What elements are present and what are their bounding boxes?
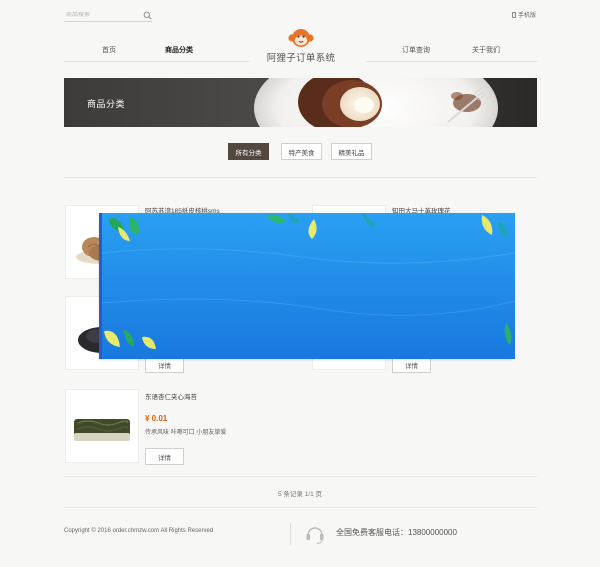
tab-fine-gifts[interactable]: 精美礼品	[331, 143, 372, 160]
detail-button[interactable]: 详情	[145, 448, 184, 465]
product-desc: 传承风味 咔嚓可口 小朋友挚爱	[145, 430, 227, 436]
tab-all-categories[interactable]: 所有分类	[228, 143, 269, 160]
nav-divider-right	[366, 61, 537, 62]
search-bar	[64, 9, 152, 22]
logo-title: 阿狸子订单系统	[266, 53, 336, 64]
nav-item-categories[interactable]: 商品分类	[149, 45, 209, 55]
mobile-link-label: 手机版	[517, 13, 536, 19]
promo-popup-overlay[interactable]	[99, 213, 516, 359]
nav-item-about[interactable]: 关于我们	[456, 45, 516, 55]
phone-icon	[511, 11, 516, 18]
leaf-decoration-icon	[101, 213, 516, 359]
pagination-info: 5 条记录 1/1 页	[277, 491, 323, 498]
nav-item-home[interactable]: 首页	[79, 45, 139, 55]
copyright-text: Copyright © 2016 order.chmzw.com All Rig…	[64, 528, 214, 534]
nav-divider-left	[64, 61, 249, 62]
product-name[interactable]: 东语杏仁夹心海苔	[145, 391, 197, 401]
site-logo[interactable]: 阿狸子订单系统	[256, 27, 346, 64]
product-price: ¥ 0.01	[145, 414, 168, 423]
footer-divider	[64, 507, 537, 508]
headset-icon	[304, 523, 326, 547]
tab-specialty-food[interactable]: 特产美食	[281, 143, 322, 160]
banner-title: 商品分类	[87, 99, 126, 109]
monkey-logo-icon	[256, 27, 346, 49]
mobile-version-link[interactable]: 手机版	[511, 10, 536, 19]
search-icon[interactable]	[143, 11, 152, 20]
footer-divider-top	[64, 476, 537, 477]
product-image-seaweed[interactable]	[65, 389, 139, 463]
section-divider	[64, 177, 537, 178]
search-input[interactable]	[64, 12, 134, 18]
nav-item-order-query[interactable]: 订单查询	[386, 45, 446, 55]
footer-separator	[290, 523, 291, 545]
cake-photo	[64, 78, 537, 127]
category-banner: 商品分类	[64, 78, 537, 127]
customer-hotline: 全国免费客服电话：13800000000	[336, 528, 457, 537]
